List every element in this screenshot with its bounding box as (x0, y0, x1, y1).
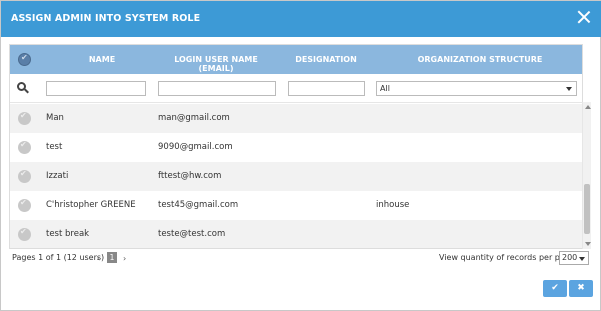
chevron-down-icon (579, 257, 585, 261)
row-checkbox[interactable] (18, 198, 31, 212)
filter-row: All (10, 74, 582, 103)
row-checkbox[interactable] (18, 111, 31, 125)
table-row[interactable]: C'hristopher GREENE test45@gmail.com inh… (10, 191, 582, 220)
cell-email: 9090@gmail.com (158, 142, 233, 152)
table-header: NAME LOGIN USER NAME (EMAIL) DESIGNATION… (10, 45, 582, 74)
cancel-button[interactable]: ✖ (569, 280, 593, 297)
check-icon: ✔ (551, 283, 559, 293)
column-header-organization[interactable]: ORGANIZATION STRUCTURE (415, 55, 545, 64)
page-number-button[interactable]: 1 (107, 252, 117, 263)
row-checkbox[interactable] (18, 169, 31, 183)
dialog-titlebar: ASSIGN ADMIN INTO SYSTEM ROLE (1, 1, 601, 37)
email-filter-input[interactable] (158, 81, 276, 96)
column-header-name[interactable]: NAME (82, 55, 122, 64)
scroll-up-icon[interactable] (585, 105, 591, 109)
column-header-email[interactable]: LOGIN USER NAME (EMAIL) (160, 55, 272, 73)
close-icon[interactable] (577, 10, 591, 24)
cell-designation: inhouse (376, 200, 410, 210)
row-checkbox[interactable] (18, 227, 31, 241)
table-scrollbar[interactable] (582, 102, 591, 249)
confirm-button[interactable]: ✔ (543, 280, 567, 297)
select-all-checkbox[interactable] (18, 53, 31, 66)
cell-email: test45@gmail.com (158, 200, 239, 210)
cell-email: fttest@hw.com (158, 171, 222, 181)
scroll-down-icon[interactable] (585, 242, 591, 246)
users-table: NAME LOGIN USER NAME (EMAIL) DESIGNATION… (9, 44, 583, 249)
table-row[interactable]: Izzati fttest@hw.com (10, 162, 582, 191)
cell-name: Izzati (46, 171, 69, 181)
records-per-page-label: View quantity of records per page (439, 253, 575, 262)
close-icon: ✖ (577, 283, 585, 293)
records-per-page-value: 200 (562, 253, 578, 262)
table-row[interactable]: Man man@gmail.com (10, 104, 582, 133)
cell-email: man@gmail.com (158, 113, 230, 123)
records-per-page-select[interactable]: 200 (559, 251, 589, 265)
cell-name: C'hristopher GREENE (46, 200, 136, 210)
name-filter-input[interactable] (46, 81, 146, 96)
cell-email: teste@test.com (158, 229, 226, 239)
column-header-designation[interactable]: DESIGNATION (288, 55, 364, 64)
table-row[interactable]: test break teste@test.com (10, 220, 582, 248)
organization-filter-value: All (380, 84, 390, 93)
cell-name: Man (46, 113, 64, 123)
cell-name: test break (46, 229, 90, 239)
chevron-down-icon (566, 87, 572, 91)
pagination-summary: Pages 1 of 1 (12 users) (12, 253, 105, 262)
scroll-thumb[interactable] (584, 184, 590, 234)
designation-filter-input[interactable] (288, 81, 365, 96)
dialog-title: ASSIGN ADMIN INTO SYSTEM ROLE (11, 13, 201, 24)
row-checkbox[interactable] (18, 140, 31, 154)
prev-page-button[interactable]: ‹ (97, 254, 100, 263)
next-page-button[interactable]: › (123, 254, 126, 263)
table-row[interactable]: test 9090@gmail.com (10, 133, 582, 162)
search-icon[interactable] (17, 82, 29, 94)
cell-name: test (46, 142, 63, 152)
assign-admin-dialog: ASSIGN ADMIN INTO SYSTEM ROLE NAME LOGIN… (0, 0, 601, 311)
table-body: Man man@gmail.com test 9090@gmail.com Iz… (10, 104, 582, 248)
organization-filter-select[interactable]: All (376, 81, 577, 96)
